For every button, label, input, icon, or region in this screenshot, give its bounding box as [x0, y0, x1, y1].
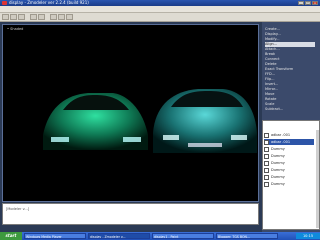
taskbar-button[interactable]: display - Zmodeler v...	[88, 233, 150, 239]
layer-row[interactable]: adbar .001	[264, 139, 314, 145]
taskbar-button[interactable]: Windows Media Player	[24, 233, 86, 239]
layer-label: Dummy	[271, 182, 285, 186]
toolbar-button-rotate[interactable]	[66, 14, 73, 20]
layer-visibility-checkbox[interactable]	[264, 160, 269, 166]
minimize-button[interactable]: _	[298, 1, 304, 5]
layer-label: Dummy	[271, 161, 285, 165]
taskbar-button[interactable]: Blogger: TGS BON...	[216, 233, 278, 239]
layer-visibility-checkbox[interactable]	[264, 153, 269, 159]
app-icon	[2, 1, 7, 5]
3d-viewport[interactable]: • Shaded	[2, 24, 259, 202]
layer-visibility-checkbox[interactable]	[264, 146, 269, 152]
toolbar-button-select[interactable]	[50, 14, 57, 20]
layer-label: Dummy	[271, 154, 285, 158]
command-area[interactable]: [Modeler v...]	[2, 203, 259, 225]
toolbar-button-move[interactable]	[58, 14, 65, 20]
toolbar-button-redo[interactable]	[38, 14, 45, 20]
layer-label: Dummy	[271, 168, 285, 172]
layer-visibility-checkbox[interactable]	[264, 139, 269, 145]
layer-label: adbar .001	[271, 140, 291, 144]
layer-label: Dummy	[271, 147, 285, 151]
toolbar-button-save[interactable]	[18, 14, 25, 20]
layer-visibility-checkbox[interactable]	[264, 174, 269, 180]
panel-item[interactable]: Subtract...	[265, 107, 315, 112]
layer-row[interactable]: Dummy	[264, 174, 314, 180]
layer-row[interactable]: Dummy	[264, 153, 314, 159]
toolbar-button-new[interactable]	[2, 14, 9, 20]
maximize-button[interactable]: □	[305, 1, 311, 5]
layer-visibility-checkbox[interactable]	[264, 132, 269, 138]
close-button[interactable]: x	[312, 1, 318, 5]
layer-row[interactable]: adbar .001	[264, 132, 314, 138]
layer-visibility-checkbox[interactable]	[264, 167, 269, 173]
layer-label: adbar .001	[271, 133, 291, 137]
layer-row[interactable]: Dummy	[264, 146, 314, 152]
layer-row[interactable]: Dummy	[264, 160, 314, 166]
toolbar-button-undo[interactable]	[30, 14, 37, 20]
toolbar	[0, 13, 320, 22]
layers-scrollbar[interactable]	[316, 130, 319, 228]
car-render	[43, 89, 257, 153]
start-button[interactable]: start	[0, 232, 22, 240]
toolbar-button-open[interactable]	[10, 14, 17, 20]
command-prompt: [Modeler v...]	[6, 207, 30, 211]
layer-visibility-checkbox[interactable]	[264, 181, 269, 187]
layer-label: Dummy	[271, 175, 285, 179]
menu-bar	[0, 6, 320, 13]
layer-row[interactable]: Dummy	[264, 167, 314, 173]
clock: 10:15	[296, 233, 320, 239]
taskbar-button[interactable]: display1 - Paint	[152, 233, 214, 239]
layer-row[interactable]: Dummy	[264, 181, 314, 187]
